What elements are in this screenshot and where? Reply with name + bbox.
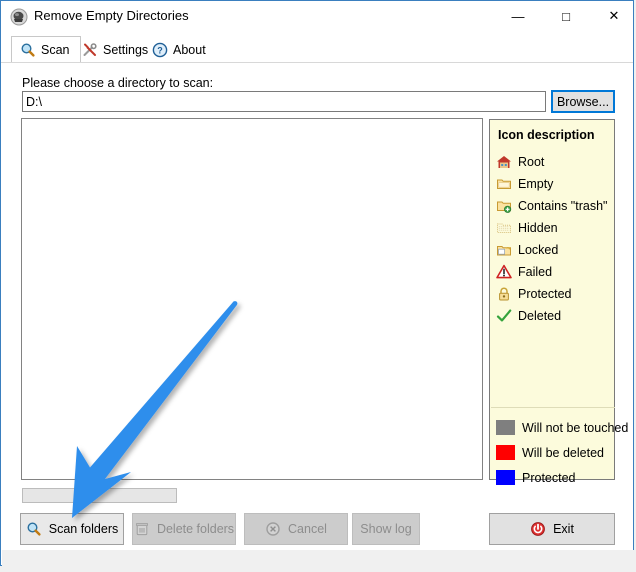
exit-button[interactable]: Exit bbox=[489, 513, 615, 545]
scan-progress-bar bbox=[22, 488, 177, 503]
trash-can-icon bbox=[134, 521, 150, 537]
red-swatch bbox=[496, 445, 515, 460]
scan-panel: Please choose a directory to scan: Brows… bbox=[2, 63, 628, 550]
warning-triangle-icon bbox=[496, 264, 512, 280]
tab-about[interactable]: ? About bbox=[144, 36, 216, 63]
results-list[interactable] bbox=[21, 118, 483, 480]
svg-text:?: ? bbox=[157, 45, 163, 55]
legend-item-label: Contains "trash" bbox=[518, 199, 608, 213]
tab-scan[interactable]: Scan bbox=[11, 36, 81, 63]
minimize-icon: — bbox=[511, 8, 525, 24]
cancel-icon bbox=[265, 521, 281, 537]
window-title: Remove Empty Directories bbox=[34, 8, 189, 23]
app-window: Remove Empty Directories — □ ✕ Scan Sett… bbox=[0, 0, 634, 566]
power-icon bbox=[530, 521, 546, 537]
scan-folders-button[interactable]: Scan folders bbox=[20, 513, 124, 545]
legend-icon-list: Root Empty Contains "trash" Hidden Locke… bbox=[496, 151, 614, 327]
empty-folder-icon bbox=[496, 176, 512, 192]
legend-item-protected: Protected bbox=[496, 283, 614, 305]
legend-color-list: Will not be touched Will be deleted Prot… bbox=[496, 415, 628, 490]
question-icon: ? bbox=[152, 42, 168, 58]
show-log-label: Show log bbox=[360, 522, 412, 536]
tab-scan-label: Scan bbox=[41, 42, 70, 57]
magnifier-icon bbox=[20, 42, 36, 58]
maximize-button[interactable]: □ bbox=[543, 1, 589, 31]
trash-folder-icon bbox=[496, 198, 512, 214]
maximize-icon: □ bbox=[562, 8, 570, 24]
delete-folders-label: Delete folders bbox=[156, 522, 235, 536]
exit-label: Exit bbox=[553, 522, 574, 536]
legend-item-label: Deleted bbox=[518, 309, 562, 323]
tab-bar: Scan Settings ? About bbox=[1, 34, 633, 63]
legend-item-contains-trash: Contains "trash" bbox=[496, 195, 614, 217]
legend-item-label: Protected bbox=[518, 287, 572, 301]
legend-item-hidden: Hidden bbox=[496, 217, 614, 239]
legend-panel: Icon description Root Empty Contains "tr… bbox=[489, 119, 628, 485]
padlock-icon bbox=[496, 286, 512, 302]
gray-swatch bbox=[496, 420, 515, 435]
legend-color-deleted: Will be deleted bbox=[496, 440, 614, 465]
cancel-button[interactable]: Cancel bbox=[244, 513, 348, 545]
legend-color-label: Will not be touched bbox=[522, 420, 629, 435]
tab-settings-label: Settings bbox=[103, 42, 149, 57]
magnifier-icon bbox=[26, 521, 42, 537]
legend-item-failed: Failed bbox=[496, 261, 614, 283]
legend-item-label: Empty bbox=[518, 177, 554, 191]
tab-about-label: About bbox=[173, 42, 206, 57]
legend-item-label: Root bbox=[518, 155, 545, 169]
legend-item-label: Hidden bbox=[518, 221, 558, 235]
close-button[interactable]: ✕ bbox=[591, 1, 636, 31]
legend-color-label: Protected bbox=[522, 470, 576, 485]
title-bar: Remove Empty Directories — □ ✕ bbox=[1, 1, 633, 33]
cancel-label: Cancel bbox=[288, 522, 327, 536]
minimize-button[interactable]: — bbox=[495, 1, 541, 31]
legend-color-label: Will be deleted bbox=[522, 445, 604, 460]
directory-prompt: Please choose a directory to scan: bbox=[22, 76, 214, 90]
screenshot-root: Remove Empty Directories — □ ✕ Scan Sett… bbox=[0, 0, 636, 572]
legend-item-label: Failed bbox=[518, 265, 553, 279]
tools-icon bbox=[82, 42, 98, 58]
close-icon: ✕ bbox=[608, 8, 620, 23]
browse-button[interactable]: Browse... bbox=[551, 90, 615, 113]
legend-item-locked: Locked bbox=[496, 239, 614, 261]
legend-item-deleted: Deleted bbox=[496, 305, 614, 327]
legend-divider bbox=[491, 407, 615, 408]
legend-item-label: Locked bbox=[518, 243, 559, 257]
directory-path-input[interactable] bbox=[22, 91, 546, 112]
home-folder-icon bbox=[496, 154, 512, 170]
green-check-icon bbox=[496, 308, 512, 324]
legend-color-protected: Protected bbox=[496, 465, 614, 490]
window-bottom-strip bbox=[2, 550, 634, 566]
show-log-button[interactable]: Show log bbox=[352, 513, 420, 545]
legend-item-root: Root bbox=[496, 151, 614, 173]
locked-folder-icon bbox=[496, 242, 512, 258]
legend-title: Icon description bbox=[498, 128, 595, 142]
app-icon bbox=[10, 8, 28, 26]
legend-item-empty: Empty bbox=[496, 173, 614, 195]
hidden-folder-icon bbox=[496, 220, 512, 236]
legend-color-not-touched: Will not be touched bbox=[496, 415, 628, 440]
scan-folders-label: Scan folders bbox=[48, 522, 119, 536]
delete-folders-button[interactable]: Delete folders bbox=[132, 513, 236, 545]
blue-swatch bbox=[496, 470, 515, 485]
